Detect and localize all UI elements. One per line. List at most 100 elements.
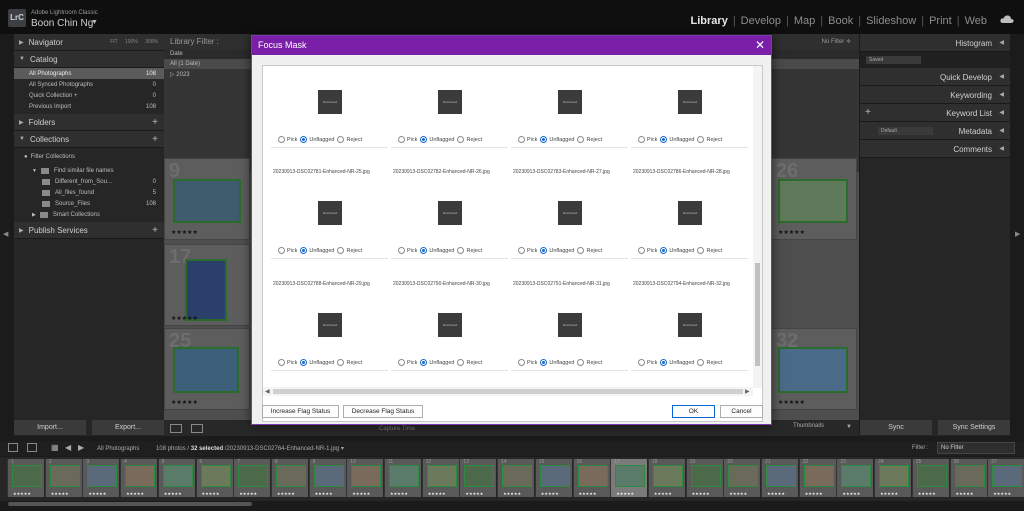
decrease-flag-status-button[interactable]: Decrease Flag Status [343, 405, 423, 418]
filmstrip-thumbnail[interactable]: 10 ★★★★★ [346, 459, 384, 497]
scroll-thumb[interactable] [273, 389, 743, 394]
flag-option-reject[interactable]: Reject [337, 359, 362, 366]
radio-reject[interactable] [697, 247, 705, 254]
primary-display-icon[interactable] [8, 443, 18, 452]
flag-option-unflagged[interactable]: Unflagged [660, 359, 694, 366]
flag-option-reject[interactable]: Reject [457, 136, 482, 143]
scroll-left-icon[interactable]: ◀ [265, 388, 270, 395]
radio-reject[interactable] [697, 136, 705, 143]
filmstrip-thumbnail[interactable]: 1 ★★★★★ [7, 459, 44, 497]
flag-option-reject[interactable]: Reject [457, 359, 482, 366]
flag-option-unflagged[interactable]: Unflagged [300, 247, 334, 254]
flag-option-pick[interactable]: Pick [398, 136, 417, 143]
radio-unflagged[interactable] [660, 359, 668, 366]
flag-option-pick[interactable]: Pick [638, 247, 657, 254]
filmstrip-thumbnail[interactable]: 11 ★★★★★ [384, 459, 421, 497]
filmstrip-thumbnail[interactable]: 7 ★★★★★ [233, 459, 271, 497]
radio-pick[interactable] [278, 136, 285, 143]
flag-option-unflagged[interactable]: Unflagged [300, 359, 334, 366]
flag-option-unflagged[interactable]: Unflagged [300, 136, 334, 143]
export-button[interactable]: Export... [92, 420, 164, 435]
filmstrip-thumbnail[interactable]: 16 ★★★★★ [572, 459, 610, 497]
module-book[interactable]: Book [823, 15, 858, 27]
radio-reject[interactable] [457, 359, 465, 366]
loupe-view-icon[interactable] [191, 424, 203, 433]
filmstrip-thumbnail[interactable]: 18 ★★★★★ [647, 459, 685, 497]
radio-unflagged[interactable] [540, 136, 548, 143]
filmstrip-thumbnail[interactable]: 6 ★★★★★ [195, 459, 233, 497]
flag-option-pick[interactable]: Pick [638, 359, 657, 366]
radio-reject[interactable] [337, 136, 345, 143]
grid-cell[interactable]: 25 ★★★★★ [164, 328, 250, 410]
radio-unflagged[interactable] [420, 247, 428, 254]
flag-option-unflagged[interactable]: Unflagged [660, 247, 694, 254]
collections-header[interactable]: ▼ Collections + [14, 131, 164, 148]
photo-thumbnail[interactable] [173, 347, 239, 393]
filter-collections[interactable]: ● Filter Collections [14, 151, 164, 162]
star-rating[interactable]: ★★★★★ [778, 399, 805, 406]
filmstrip-thumbnail[interactable]: 26 ★★★★★ [949, 459, 987, 497]
radio-unflagged[interactable] [660, 136, 668, 143]
radio-pick[interactable] [518, 247, 525, 254]
add-publish-service-icon[interactable]: + [152, 225, 158, 236]
add-folder-icon[interactable]: + [152, 117, 158, 128]
radio-pick[interactable] [278, 359, 285, 366]
vertical-scrollbar[interactable] [753, 66, 762, 388]
keyword-list-header[interactable]: + Keyword List ◀ [860, 104, 1010, 122]
filmstrip-thumbnail[interactable]: 9 ★★★★★ [308, 459, 346, 497]
radio-pick[interactable] [278, 247, 285, 254]
left-panel-toggle-icon[interactable]: ◀ [3, 230, 8, 238]
filmstrip-thumbnail[interactable]: 2 ★★★★★ [44, 459, 82, 497]
collection-item[interactable]: Different_from_Sou... 0 [14, 176, 164, 187]
chevron-down-icon[interactable]: ▼ [91, 19, 98, 26]
grid-cell[interactable]: 26 ★★★★★ [771, 158, 857, 240]
scroll-thumb[interactable] [755, 263, 760, 366]
import-button[interactable]: Import... [14, 420, 86, 435]
thumbnails-slider-label[interactable]: Thumbnails [793, 423, 824, 429]
histogram-header[interactable]: Histogram ◀ [860, 34, 1010, 52]
filmstrip-thumbnail[interactable]: 22 ★★★★★ [798, 459, 836, 497]
flag-option-reject[interactable]: Reject [697, 247, 722, 254]
filmstrip-thumbnail[interactable]: 4 ★★★★★ [120, 459, 158, 497]
filmstrip-thumbnail[interactable]: 14 ★★★★★ [497, 459, 535, 497]
navigator-zoom-options[interactable]: FIT 100% 300% [110, 39, 158, 45]
filmstrip-thumbnail[interactable]: 15 ★★★★★ [534, 459, 572, 497]
close-icon[interactable]: ✕ [755, 38, 765, 52]
radio-pick[interactable] [398, 247, 405, 254]
module-develop[interactable]: Develop [736, 15, 786, 27]
flag-option-reject[interactable]: Reject [577, 247, 602, 254]
radio-reject[interactable] [577, 359, 585, 366]
flag-option-unflagged[interactable]: Unflagged [540, 136, 574, 143]
radio-reject[interactable] [577, 247, 585, 254]
filmstrip-thumbnail[interactable]: 27 ★★★★★ [987, 459, 1024, 497]
filmstrip-filter-select[interactable]: No Filter [937, 442, 1015, 454]
flag-option-reject[interactable]: Reject [457, 247, 482, 254]
sync-button[interactable]: Sync [860, 420, 932, 435]
cancel-button[interactable]: Cancel [720, 405, 763, 418]
radio-unflagged[interactable] [300, 359, 308, 366]
radio-unflagged[interactable] [540, 247, 548, 254]
flag-option-pick[interactable]: Pick [398, 247, 417, 254]
filmstrip-thumbnail[interactable]: 24 ★★★★★ [874, 459, 912, 497]
star-rating[interactable]: ★★★★★ [171, 315, 198, 322]
metadata-header[interactable]: Default Metadata ◀ [860, 122, 1010, 140]
radio-pick[interactable] [398, 136, 405, 143]
radio-unflagged[interactable] [300, 247, 308, 254]
radio-pick[interactable] [638, 359, 645, 366]
catalog-header[interactable]: ▼ Catalog [14, 51, 164, 68]
flag-option-pick[interactable]: Pick [278, 136, 297, 143]
chevron-down-icon[interactable]: ▼ [846, 424, 852, 430]
filmstrip-thumbnail[interactable]: 17 ★★★★★ [610, 459, 648, 497]
filmstrip-thumbnail[interactable]: 25 ★★★★★ [911, 459, 949, 497]
catalog-item[interactable]: Previous Import 108 [14, 101, 164, 112]
flag-option-pick[interactable]: Pick [278, 359, 297, 366]
star-rating[interactable]: ★★★★★ [171, 399, 198, 406]
flag-option-pick[interactable]: Pick [518, 359, 537, 366]
folders-header[interactable]: ▶ Folders + [14, 114, 164, 131]
sync-settings-button[interactable]: Sync Settings [938, 420, 1010, 435]
flag-option-reject[interactable]: Reject [697, 359, 722, 366]
module-print[interactable]: Print [924, 15, 957, 27]
flag-option-unflagged[interactable]: Unflagged [420, 136, 454, 143]
flag-option-reject[interactable]: Reject [337, 136, 362, 143]
filmstrip-thumbnail[interactable]: 19 ★★★★★ [685, 459, 723, 497]
